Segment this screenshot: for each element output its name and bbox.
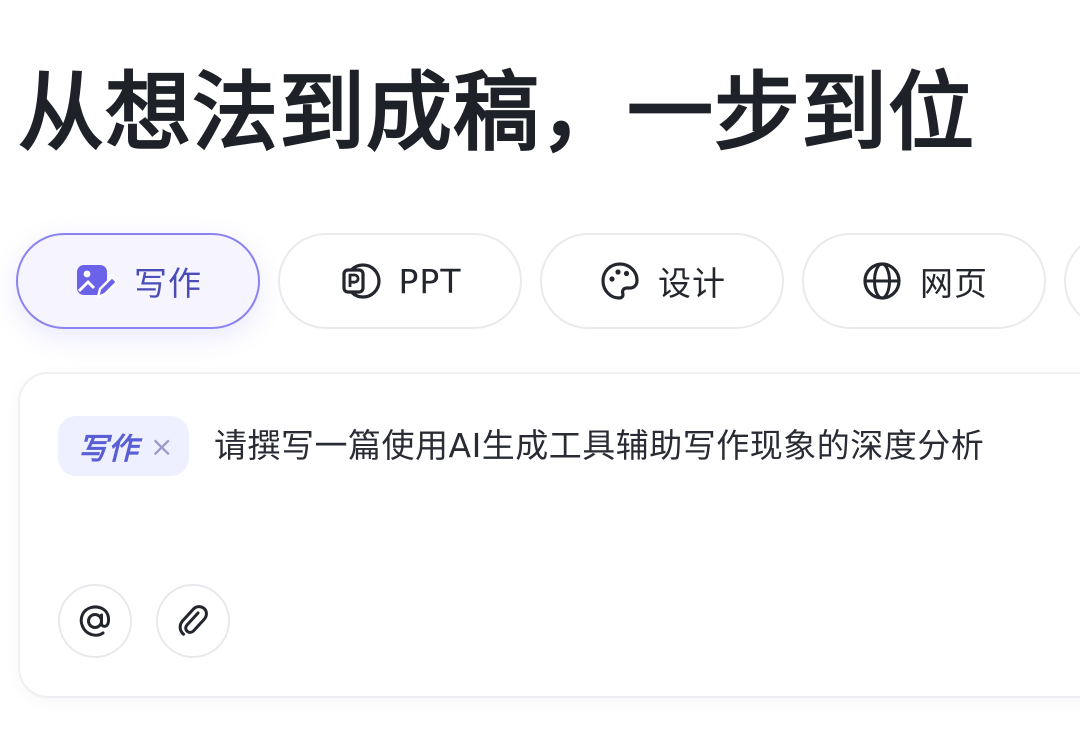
tab-design[interactable]: 设计 xyxy=(540,233,784,329)
tab-ppt-label: PPT xyxy=(398,261,462,301)
globe-icon xyxy=(860,259,904,303)
tab-webpage[interactable]: 网页 xyxy=(802,233,1046,329)
close-icon[interactable]: × xyxy=(150,430,173,463)
page-headline: 从想法到成稿，一步到位 xyxy=(18,63,975,163)
tab-more[interactable] xyxy=(1064,233,1080,329)
selected-mode-chip: 写作 × xyxy=(58,416,190,476)
tab-design-label: 设计 xyxy=(658,264,726,303)
prompt-composer[interactable]: 写作 × 请撰写一篇使用AI生成工具辅助写作现象的深度分析 xyxy=(18,372,1080,698)
ppt-icon xyxy=(339,259,383,303)
mode-tabs: 写作 PPT 设计 网页 xyxy=(16,233,1080,331)
tab-writing[interactable]: 写作 xyxy=(16,233,260,329)
prompt-input[interactable]: 请撰写一篇使用AI生成工具辅助写作现象的深度分析 xyxy=(214,414,984,478)
tab-ppt[interactable]: PPT xyxy=(278,233,522,329)
palette-icon xyxy=(598,259,642,303)
attach-button[interactable] xyxy=(156,584,230,658)
mention-button[interactable] xyxy=(58,584,132,658)
tab-writing-label: 写作 xyxy=(134,264,202,303)
mode-chip-label: 写作 xyxy=(78,432,138,467)
at-icon xyxy=(75,601,115,641)
paperclip-icon xyxy=(173,601,213,641)
write-image-pencil-icon xyxy=(74,259,118,303)
tab-webpage-label: 网页 xyxy=(920,264,988,303)
page: 从想法到成稿，一步到位 写作 PPT 设计 网页 写作 × 请撰写一篇使用AI生… xyxy=(0,0,1080,744)
